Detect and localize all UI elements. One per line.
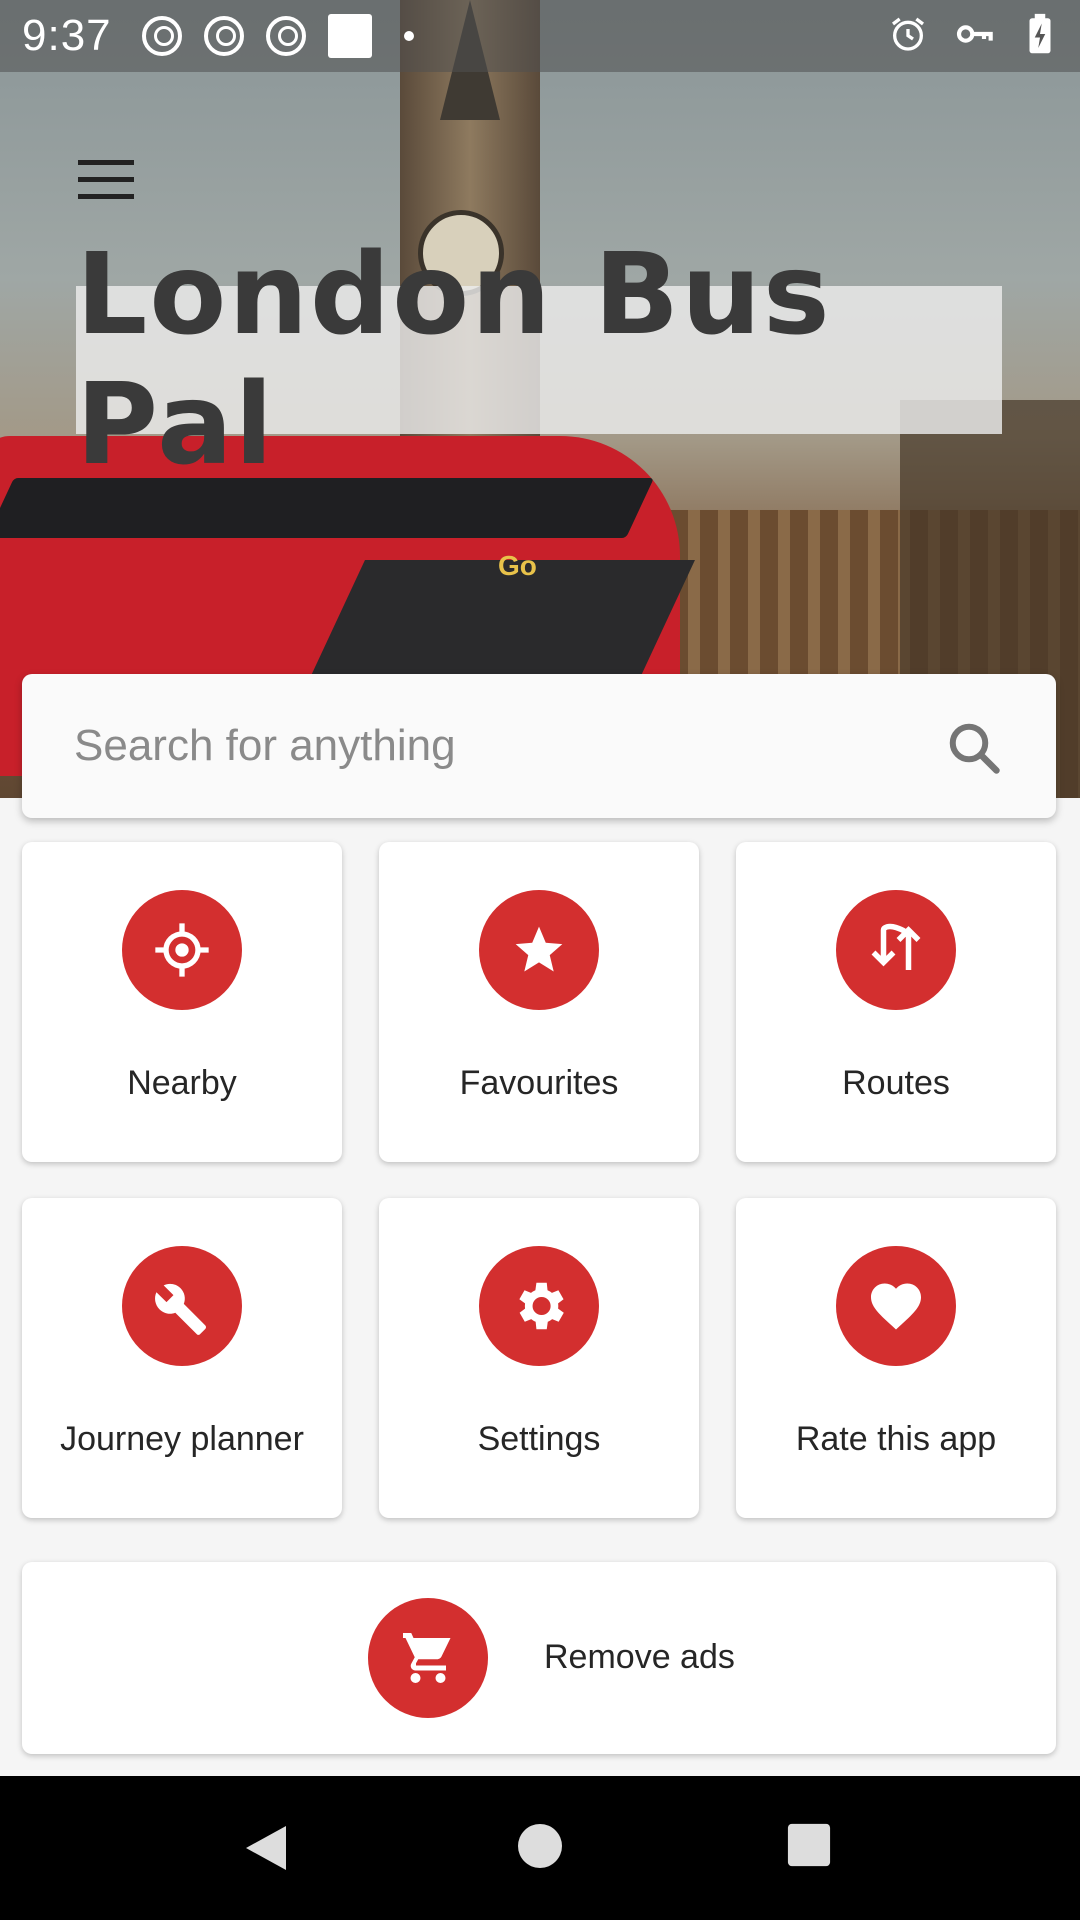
tile-label: Journey planner — [60, 1420, 304, 1458]
app-title: London Bus Pal — [76, 230, 832, 490]
remove-ads-button[interactable]: Remove ads — [22, 1562, 1056, 1754]
wrench-icon — [122, 1246, 242, 1366]
search-icon[interactable] — [944, 718, 1004, 778]
tile-routes[interactable]: Routes — [736, 842, 1056, 1162]
remove-ads-label: Remove ads — [544, 1638, 735, 1676]
alarm-icon — [888, 14, 928, 54]
status-time: 9:37 — [22, 11, 112, 60]
notification-more-dot — [403, 31, 414, 41]
status-bar: 9:37 — [0, 0, 1080, 72]
hamburger-menu-icon[interactable] — [78, 160, 134, 202]
app-title-banner: London Bus Pal — [76, 230, 1002, 490]
tile-rate-this-app[interactable]: Rate this app — [736, 1198, 1056, 1518]
tile-label: Favourites — [459, 1064, 619, 1102]
tile-label: Settings — [477, 1420, 601, 1458]
home-icon[interactable] — [516, 1822, 564, 1870]
search-input[interactable] — [72, 720, 876, 772]
status-icons — [888, 13, 1060, 54]
tile-label: Nearby — [127, 1064, 237, 1102]
notification-app-icon — [265, 16, 306, 56]
gear-icon — [479, 1246, 599, 1366]
tile-journey-planner[interactable]: Journey planner — [22, 1198, 342, 1518]
heart-icon — [836, 1246, 956, 1366]
tile-favourites[interactable]: Favourites — [379, 842, 699, 1162]
back-icon[interactable] — [242, 1822, 290, 1874]
tile-label: Routes — [842, 1064, 950, 1102]
tile-settings[interactable]: Settings — [379, 1198, 699, 1518]
vpn-key-icon — [954, 14, 994, 54]
battery-charging-icon — [1020, 13, 1060, 54]
swap-vertical-arrows-icon — [836, 890, 956, 1010]
recents-icon[interactable] — [786, 1822, 832, 1868]
cart-icon — [368, 1598, 488, 1718]
star-icon — [479, 890, 599, 1010]
notification-app-icon — [203, 16, 244, 56]
crosshair-location-icon — [122, 890, 242, 1010]
notification-app-icon — [141, 16, 182, 56]
tile-nearby[interactable]: Nearby — [22, 842, 342, 1162]
notification-icons — [141, 14, 414, 58]
tile-label: Rate this app — [795, 1420, 997, 1458]
system-navigation-bar — [0, 1776, 1080, 1920]
search-bar[interactable] — [22, 674, 1056, 818]
notification-square-icon — [327, 14, 372, 58]
bus-logo: Go — [498, 550, 537, 581]
